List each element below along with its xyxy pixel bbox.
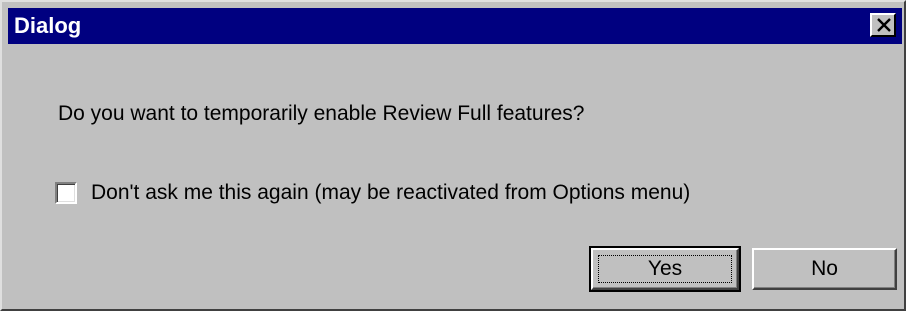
close-button[interactable] [870, 13, 896, 37]
dialog-window: Dialog Do you want to temporarily enable… [0, 0, 906, 311]
no-button[interactable]: No [752, 248, 897, 290]
yes-button[interactable]: Yes [589, 246, 741, 292]
focus-ring [598, 255, 732, 283]
dont-ask-again-label[interactable]: Don't ask me this again (may be reactiva… [91, 181, 690, 205]
title-bar[interactable]: Dialog [8, 8, 902, 44]
no-button-label: No [811, 257, 838, 280]
dont-ask-again-option[interactable]: Don't ask me this again (may be reactiva… [55, 180, 690, 206]
dialog-message: Do you want to temporarily enable Review… [58, 102, 585, 125]
dialog-title: Dialog [14, 13, 82, 38]
dont-ask-again-checkbox[interactable] [55, 182, 77, 204]
